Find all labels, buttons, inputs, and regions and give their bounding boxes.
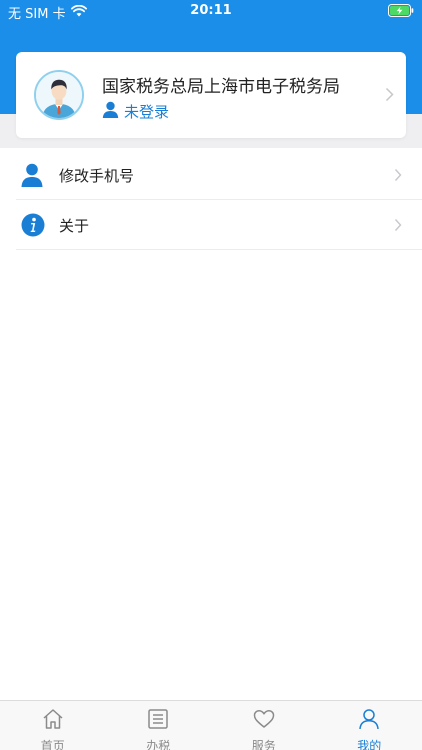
status-bar: 无 SIM 卡 20:11	[0, 0, 422, 22]
org-name: 国家税务总局上海市电子税务局	[102, 77, 340, 97]
tab-label: 服务	[251, 739, 276, 750]
person-icon	[21, 163, 43, 187]
login-status-label: 未登录	[124, 103, 170, 121]
tab-label: 办税	[146, 739, 171, 750]
tab-bar: 首页 办税 服务 我的	[0, 700, 422, 750]
tab-tax[interactable]: 办税	[106, 701, 212, 750]
chevron-right-icon	[385, 87, 394, 106]
tab-mine[interactable]: 我的	[317, 701, 422, 750]
battery-icon	[388, 4, 414, 21]
login-status[interactable]: 未登录	[102, 101, 169, 122]
chevron-right-icon	[394, 217, 402, 236]
heart-icon	[252, 707, 276, 735]
menu-item-about[interactable]: 关于	[0, 200, 422, 250]
tab-home[interactable]: 首页	[0, 701, 106, 750]
user-icon	[102, 101, 119, 122]
menu-list: 修改手机号 关于	[0, 150, 422, 250]
status-time: 20:11	[190, 3, 232, 18]
menu-item-label: 关于	[59, 217, 90, 235]
profile-card[interactable]: 国家税务总局上海市电子税务局 未登录	[16, 52, 406, 138]
chevron-right-icon	[394, 167, 402, 186]
tab-label: 我的	[357, 739, 382, 750]
home-icon	[41, 707, 65, 735]
tab-service[interactable]: 服务	[211, 701, 317, 750]
menu-item-label: 修改手机号	[59, 167, 135, 185]
menu-item-change-phone[interactable]: 修改手机号	[0, 150, 422, 200]
list-icon	[146, 707, 170, 735]
info-icon	[21, 213, 45, 237]
avatar	[34, 70, 84, 120]
person-icon	[357, 707, 381, 735]
tab-label: 首页	[40, 739, 65, 750]
